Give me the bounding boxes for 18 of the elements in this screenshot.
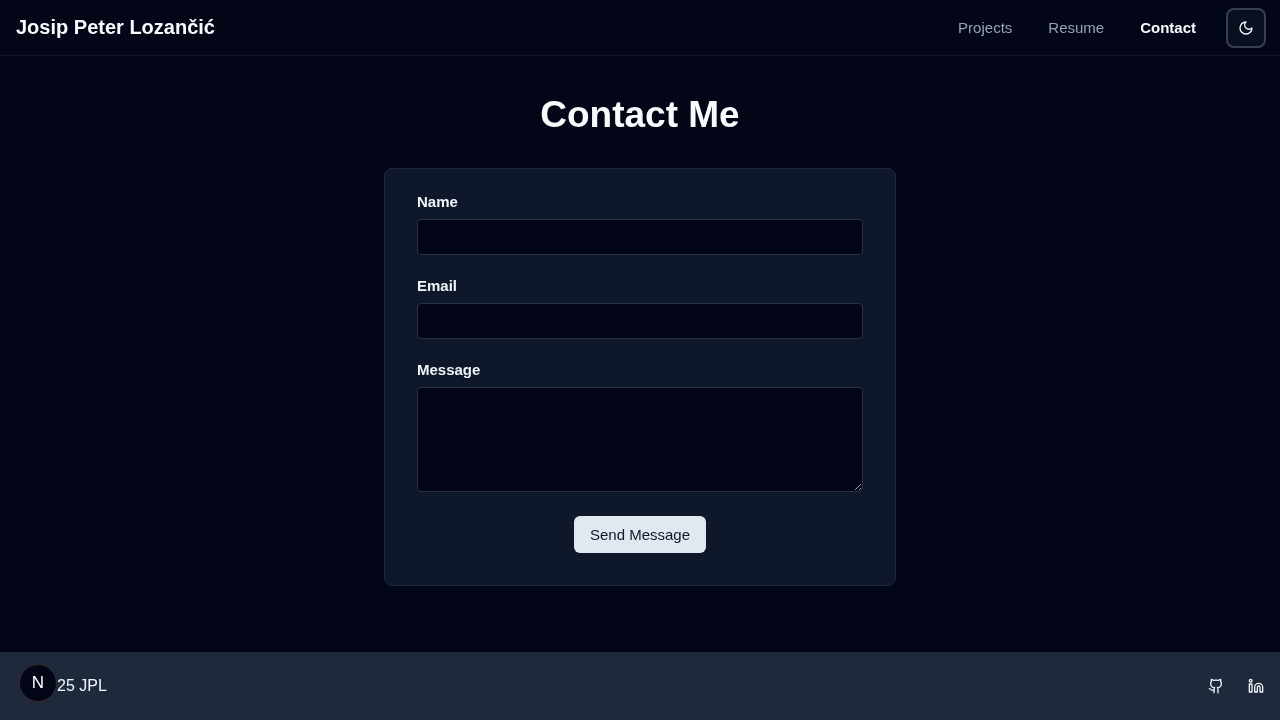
input-field[interactable]: [417, 303, 863, 339]
field-label: Message: [417, 361, 482, 378]
theme-toggle-button[interactable]: [1226, 7, 1266, 48]
nav-link[interactable]: Resume: [1030, 11, 1123, 44]
field-label: Name: [417, 193, 459, 210]
linkedin-icon[interactable]: [1248, 678, 1264, 694]
field-label: Email: [417, 277, 459, 294]
message-field[interactable]: [417, 387, 863, 492]
send-button[interactable]: Send Message: [573, 516, 707, 553]
page-heading: Contact Me: [540, 94, 740, 136]
moon-icon: [1238, 19, 1254, 36]
copyright-text: 25 JPL: [57, 677, 107, 695]
site-title: Josip Peter Lozančić: [16, 16, 215, 39]
nav-link[interactable]: Projects: [940, 11, 1031, 44]
github-icon[interactable]: [1208, 678, 1224, 694]
nav-link[interactable]: Contact: [1122, 11, 1214, 44]
dev-badge[interactable]: N: [19, 664, 57, 702]
input-field[interactable]: [417, 219, 863, 255]
